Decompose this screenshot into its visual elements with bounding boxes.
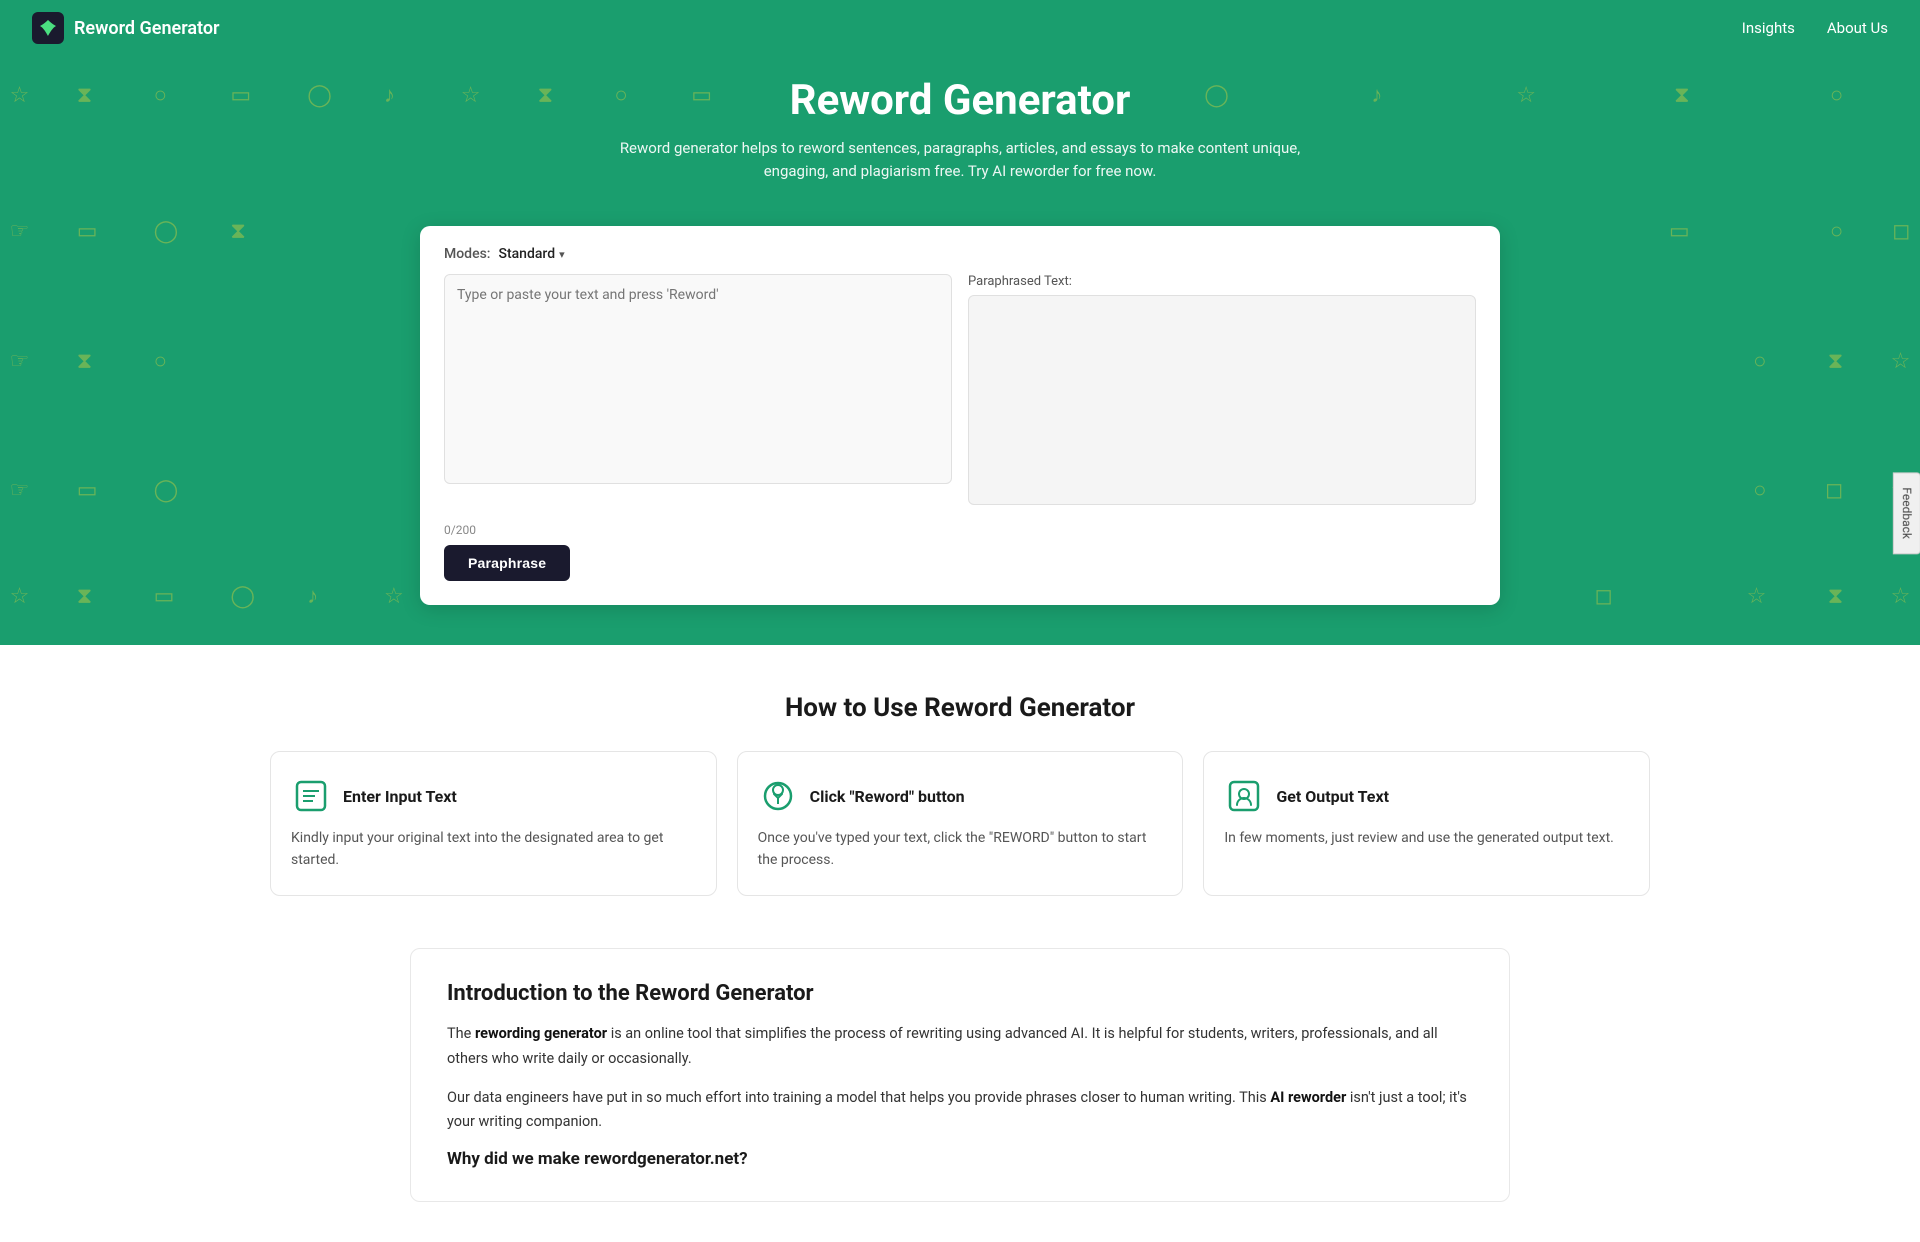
intro-para-1: The rewording generator is an online too… xyxy=(447,1022,1473,1071)
nav-links: Insights About Us xyxy=(1742,19,1888,37)
text-areas: Paraphrased Text: xyxy=(444,274,1476,505)
step-card-1: Enter Input Text Kindly input your origi… xyxy=(270,751,717,896)
bg-icon: ◯ xyxy=(230,586,255,608)
bg-icon: ☆ xyxy=(384,586,404,608)
how-to-section: How to Use Reword Generator Enter Input … xyxy=(0,645,1920,928)
bg-icon: ⧗ xyxy=(77,586,92,608)
hero-section: ☆ ⧗ ○ ▭ ◯ ♪ ☆ ⧗ ○ ▭ ◯ ♪ ☆ ⧗ ○ ☞ ▭ ◯ ⧗ ▭ … xyxy=(0,56,1920,645)
bg-icon: ☆ xyxy=(1891,351,1911,373)
bg-icon: ○ xyxy=(1753,351,1766,373)
bg-icon: ▭ xyxy=(154,586,175,608)
bg-icon: ▭ xyxy=(77,480,98,502)
current-count: 0 xyxy=(444,523,451,537)
bg-icon: ⧗ xyxy=(77,351,92,373)
bg-icon: ⧗ xyxy=(1828,586,1843,608)
feedback-tab[interactable]: Feedback xyxy=(1893,472,1920,554)
modes-row: Modes: Standard ▾ xyxy=(444,246,1476,262)
intro-title: Introduction to the Reword Generator xyxy=(447,981,1473,1006)
nav-insights[interactable]: Insights xyxy=(1742,19,1795,37)
step-2-title: Click "Reword" button xyxy=(810,787,965,806)
hero-content: Reword Generator Reword generator helps … xyxy=(0,76,1920,226)
hero-subtitle: Reword generator helps to reword sentenc… xyxy=(610,137,1310,182)
bg-icon: ☞ xyxy=(10,351,30,373)
intro-sub-heading: Why did we make rewordgenerator.net? xyxy=(447,1149,1473,1169)
step-3-icon xyxy=(1224,776,1264,816)
mode-dropdown[interactable]: Standard ▾ xyxy=(498,246,564,262)
input-area-wrap xyxy=(444,274,952,505)
hero-title: Reword Generator xyxy=(20,76,1900,125)
selected-mode: Standard xyxy=(498,246,555,262)
step-3-desc: In few moments, just review and use the … xyxy=(1224,828,1629,850)
step-1-icon xyxy=(291,776,331,816)
how-to-title: How to Use Reword Generator xyxy=(32,693,1888,723)
header: Reword Generator Insights About Us xyxy=(0,0,1920,56)
bg-icon: ◻ xyxy=(1825,480,1843,502)
output-label: Paraphrased Text: xyxy=(968,274,1476,289)
step-3-icon-row: Get Output Text xyxy=(1224,776,1629,816)
paraphrase-button[interactable]: Paraphrase xyxy=(444,545,570,581)
steps-grid: Enter Input Text Kindly input your origi… xyxy=(270,751,1650,896)
intro-para-2: Our data engineers have put in so much e… xyxy=(447,1086,1473,1135)
logo-icon xyxy=(32,12,64,44)
chevron-down-icon: ▾ xyxy=(559,248,565,261)
nav-about-us[interactable]: About Us xyxy=(1827,19,1888,37)
intro-bold-1: rewording generator xyxy=(475,1025,607,1042)
bg-icon: ☆ xyxy=(1891,586,1911,608)
bg-icon: ☆ xyxy=(10,586,30,608)
char-count: 0/200 xyxy=(444,519,1476,541)
bg-icon: ◯ xyxy=(154,480,179,502)
step-card-3: Get Output Text In few moments, just rev… xyxy=(1203,751,1650,896)
step-1-title: Enter Input Text xyxy=(343,787,457,806)
char-limit: /200 xyxy=(451,523,476,537)
step-2-icon xyxy=(758,776,798,816)
intro-para-2-before: Our data engineers have put in so much e… xyxy=(447,1089,1270,1106)
bg-icon: ☆ xyxy=(1747,586,1767,608)
step-1-desc: Kindly input your original text into the… xyxy=(291,828,696,871)
logo-text: Reword Generator xyxy=(74,18,220,39)
bg-icon: ○ xyxy=(1753,480,1766,502)
feedback-label: Feedback xyxy=(1900,487,1914,539)
bg-icon: ◻ xyxy=(1595,586,1613,608)
step-2-desc: Once you've typed your text, click the "… xyxy=(758,828,1163,871)
intro-wrapper: Introduction to the Reword Generator The… xyxy=(0,948,1920,1242)
output-textarea xyxy=(968,295,1476,505)
bg-icon: ⧗ xyxy=(1828,351,1843,373)
bg-icon: ○ xyxy=(154,351,167,373)
tool-card: Modes: Standard ▾ Paraphrased Text: 0/20… xyxy=(420,226,1500,605)
modes-label: Modes: xyxy=(444,246,490,262)
bg-icon: ☞ xyxy=(10,480,30,502)
intro-bold-2: AI reworder xyxy=(1270,1089,1346,1106)
step-1-icon-row: Enter Input Text xyxy=(291,776,696,816)
input-textarea[interactable] xyxy=(444,274,952,484)
intro-section: Introduction to the Reword Generator The… xyxy=(410,948,1510,1202)
step-card-2: Click "Reword" button Once you've typed … xyxy=(737,751,1184,896)
step-3-title: Get Output Text xyxy=(1276,787,1389,806)
logo-area: Reword Generator xyxy=(32,12,220,44)
bg-icon: ♪ xyxy=(307,586,318,608)
step-2-icon-row: Click "Reword" button xyxy=(758,776,1163,816)
output-area-wrap: Paraphrased Text: xyxy=(968,274,1476,505)
